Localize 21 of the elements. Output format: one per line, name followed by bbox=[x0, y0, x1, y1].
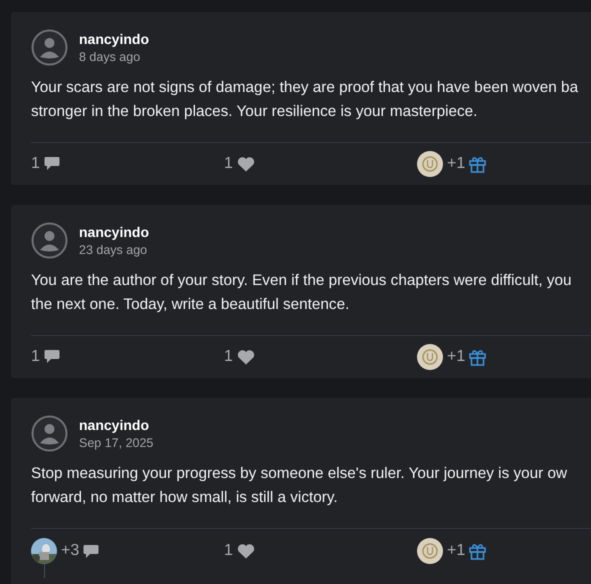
comment-count: 1 bbox=[31, 348, 40, 366]
username[interactable]: nancyindo bbox=[79, 31, 150, 47]
like-count: 1 bbox=[224, 348, 233, 366]
post-text-line: Your scars are not signs of damage; they are proof that you have been woven ba bbox=[31, 78, 580, 98]
like-count: 1 bbox=[224, 154, 233, 173]
post-time: 23 days ago bbox=[79, 243, 148, 257]
post-time: Sep 17, 2025 bbox=[79, 436, 154, 450]
post-time: 8 days ago bbox=[79, 50, 142, 64]
post-text-line: Stop measuring your progress by someone else's ruler. Your journey is your ow bbox=[31, 464, 568, 484]
like-count: 1 bbox=[224, 542, 233, 560]
comment-count: +3 bbox=[61, 542, 80, 560]
post-text-line: forward, no matter how small, is still a victory. bbox=[31, 488, 339, 508]
post-text-line: the next one. Today, write a beautiful sentence. bbox=[31, 295, 350, 315]
username[interactable]: nancyindo bbox=[79, 224, 150, 240]
comment-count: 1 bbox=[31, 154, 40, 173]
gift-count: +1 bbox=[447, 348, 466, 366]
gift-count: +1 bbox=[447, 542, 466, 560]
gift-count: +1 bbox=[447, 154, 466, 173]
post-text-line: stronger in the broken places. Your resilience is your masterpiece. bbox=[31, 102, 478, 122]
post-text-line: You are the author of your story. Even if the previous chapters were difficult, you bbox=[31, 271, 573, 291]
username[interactable]: nancyindo bbox=[79, 417, 154, 433]
